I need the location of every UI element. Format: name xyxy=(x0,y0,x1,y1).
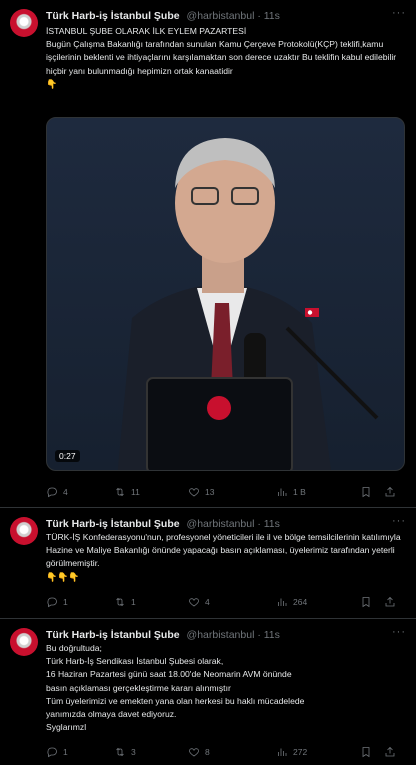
like-button[interactable]: 4 xyxy=(188,596,276,608)
heart-icon xyxy=(189,598,199,607)
tweet-line: TÜRK-İŞ Konfederasyonu'nun, profesyonel … xyxy=(46,532,401,569)
views-button[interactable]: 264 xyxy=(276,596,360,608)
tweet-line: Bu doğrultuda; xyxy=(46,643,102,653)
author-name[interactable]: Türk Harb-iş İstanbul Şube xyxy=(46,10,180,22)
tweet-1[interactable]: Türk Harb-iş İstanbul Şube @harbistanbul… xyxy=(0,0,416,508)
tweet-line: yanımızda olmaya davet ediyoruz. xyxy=(46,709,177,720)
share-button[interactable] xyxy=(384,746,396,758)
like-count: 13 xyxy=(205,487,215,497)
reply-button[interactable]: 1 xyxy=(46,596,114,608)
tweet-text: İSTANBUL ŞUBE OLARAK İLK EYLEM PAZARTESİ… xyxy=(46,25,406,91)
avatar[interactable] xyxy=(10,628,38,656)
repost-count: 1 xyxy=(131,597,136,607)
author-name[interactable]: Türk Harb-iş İstanbul Şube xyxy=(46,518,180,530)
tweet-line: Bugün Çalışma Bakanlığı tarafından sunul… xyxy=(46,39,397,76)
reply-button[interactable]: 1 xyxy=(46,746,114,758)
share-button[interactable] xyxy=(384,486,396,498)
author-handle[interactable]: @harbistanbul · 11s xyxy=(187,10,280,22)
tweet-actions: 1 1 4 264 xyxy=(46,595,406,609)
repost-button[interactable]: 11 xyxy=(114,486,188,498)
repost-icon xyxy=(116,597,124,607)
tweet-line: Tüm üyelerimizi ve emekten yana olan her… xyxy=(46,695,305,706)
author-handle[interactable]: @harbistanbul · 11s xyxy=(187,518,280,530)
reply-icon xyxy=(47,487,57,498)
author-handle[interactable]: @harbistanbul · 11s xyxy=(187,629,280,641)
repost-icon xyxy=(116,487,124,497)
bookmark-button[interactable] xyxy=(360,486,384,498)
views-count: 264 xyxy=(293,597,308,607)
tweet-3[interactable]: Türk Harb-iş İstanbul Şube @harbistanbul… xyxy=(0,620,416,765)
heart-icon xyxy=(189,748,199,757)
more-options-icon[interactable]: ··· xyxy=(392,7,406,19)
tweet-text: TÜRK-İŞ Konfederasyonu'nun, profesyonel … xyxy=(46,531,406,584)
views-button[interactable]: 1 B xyxy=(276,486,360,498)
tweet-line: basın açıklaması gerçekleştirme kararı a… xyxy=(46,682,231,693)
video-duration: 0:27 xyxy=(55,450,80,462)
heart-icon xyxy=(189,488,199,497)
tweet-line: Syglarımzl xyxy=(46,722,87,733)
tweet-line: Türk Harb-İş Sendikası İstanbul Şubesi o… xyxy=(46,656,224,667)
bookmark-button[interactable] xyxy=(360,596,384,608)
avatar[interactable] xyxy=(10,9,38,37)
reply-icon xyxy=(47,597,57,608)
like-button[interactable]: 8 xyxy=(188,746,276,758)
repost-count: 3 xyxy=(131,747,136,757)
video-frame xyxy=(117,138,379,470)
reply-count: 4 xyxy=(63,487,68,497)
repost-icon xyxy=(116,747,124,757)
share-icon xyxy=(385,746,395,757)
views-count: 1 B xyxy=(293,487,306,497)
bookmark-icon xyxy=(362,487,370,498)
reply-count: 1 xyxy=(63,747,68,757)
tweet-header: Türk Harb-iş İstanbul Şube @harbistanbul… xyxy=(46,518,280,531)
reply-button[interactable]: 4 xyxy=(46,486,114,498)
repost-button[interactable]: 3 xyxy=(114,746,188,758)
reply-count: 1 xyxy=(63,597,68,607)
share-icon xyxy=(385,486,395,497)
views-icon xyxy=(278,598,287,606)
views-button[interactable]: 272 xyxy=(276,746,360,758)
more-options-icon[interactable]: ··· xyxy=(392,626,406,638)
tweet-line: 👇 xyxy=(46,78,58,89)
tweet-actions: 4 11 13 1 B xyxy=(46,485,406,499)
bookmark-icon xyxy=(362,597,370,608)
tweet-line: 16 Haziran Pazartesi günü saat 18.00'de … xyxy=(46,669,292,680)
views-count: 272 xyxy=(293,747,308,757)
repost-count: 11 xyxy=(131,487,140,497)
repost-button[interactable]: 1 xyxy=(114,596,188,608)
tweet-text: Bu doğrultuda; Türk Harb-İş Sendikası İs… xyxy=(46,642,406,734)
like-count: 4 xyxy=(205,597,210,607)
avatar[interactable] xyxy=(10,517,38,545)
tweet-2[interactable]: Türk Harb-iş İstanbul Şube @harbistanbul… xyxy=(0,509,416,619)
share-button[interactable] xyxy=(384,596,396,608)
views-icon xyxy=(278,748,287,756)
tweet-line: 👇👇👇 xyxy=(46,571,80,582)
share-icon xyxy=(385,596,395,607)
video-player[interactable]: 0:27 xyxy=(46,117,405,471)
tweet-header: Türk Harb-iş İstanbul Şube @harbistanbul… xyxy=(46,629,280,642)
more-options-icon[interactable]: ··· xyxy=(392,515,406,527)
views-icon xyxy=(278,488,287,496)
like-button[interactable]: 13 xyxy=(188,486,276,498)
reply-icon xyxy=(47,747,57,758)
tweet-line: İSTANBUL ŞUBE OLARAK İLK EYLEM PAZARTESİ xyxy=(46,26,247,36)
bookmark-icon xyxy=(362,747,370,758)
bookmark-button[interactable] xyxy=(360,746,384,758)
tweet-header: Türk Harb-iş İstanbul Şube @harbistanbul… xyxy=(46,10,280,23)
author-name[interactable]: Türk Harb-iş İstanbul Şube xyxy=(46,629,180,641)
like-count: 8 xyxy=(205,747,210,757)
tweet-actions: 1 3 8 272 xyxy=(46,745,406,759)
